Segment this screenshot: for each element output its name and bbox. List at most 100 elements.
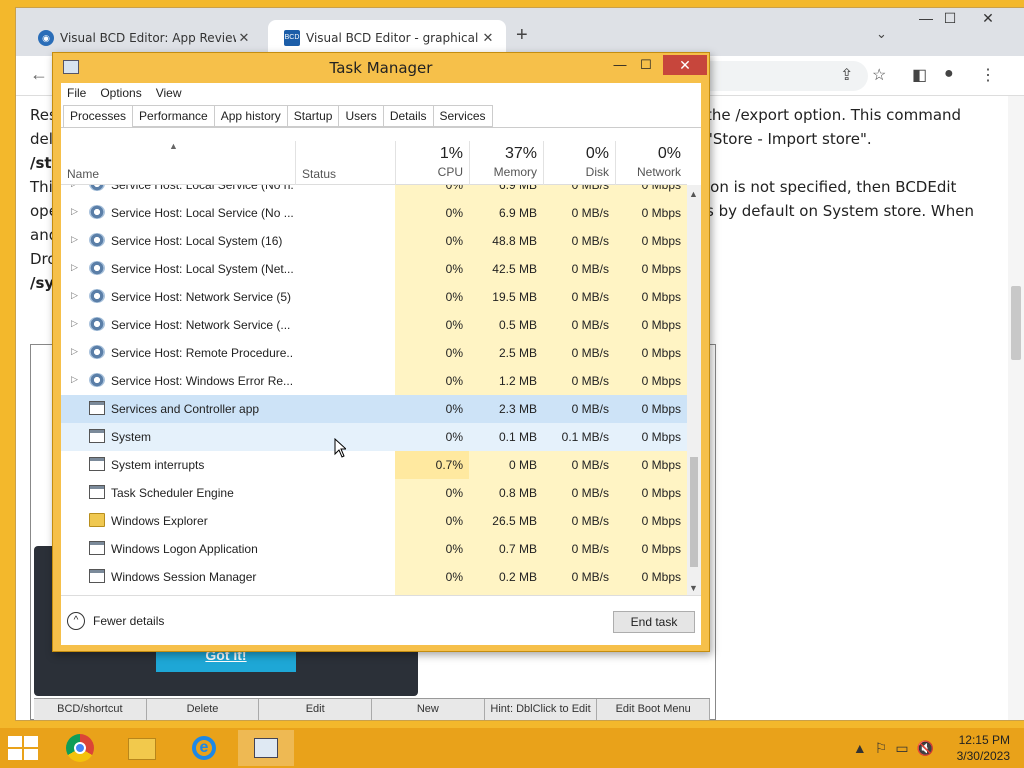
action-center-flag-icon[interactable]: ⚐	[875, 740, 888, 757]
side-panel-icon[interactable]: ◧	[912, 65, 927, 85]
expand-chevron-icon[interactable]: ▷	[71, 185, 78, 189]
bookmark-star-icon[interactable]: ☆	[872, 65, 886, 85]
screenshot-button: Edit Boot Menu	[597, 699, 711, 720]
window-icon	[89, 485, 105, 499]
window-icon	[89, 541, 105, 555]
browser-close-button[interactable]: ✕	[968, 10, 1008, 27]
process-name: Task Scheduler Engine	[111, 486, 234, 500]
taskbar-internet-explorer[interactable]: e	[176, 730, 232, 766]
expand-chevron-icon[interactable]: ▷	[71, 374, 78, 385]
tab-close-icon[interactable]: ✕	[236, 30, 252, 46]
memory-value: 0.7 MB	[498, 542, 537, 556]
process-row[interactable]: ▷ Service Host: Local Service (No ... 0% 6.…	[61, 199, 687, 227]
chevron-up-icon: ^	[67, 612, 85, 630]
expand-chevron-icon[interactable]: ▷	[71, 318, 78, 329]
browser-tab-visual-bcd[interactable]: BCD Visual BCD Editor - graphical bcd ✕	[268, 20, 506, 56]
title-bar[interactable]: Task Manager — ☐ ✕	[53, 53, 709, 83]
process-row[interactable]: System interrupts 0.7% 0 MB 0 MB/s 0 Mbps	[61, 451, 687, 479]
column-header-name[interactable]: Name	[67, 167, 99, 181]
memory-value: 1.2 MB	[498, 374, 537, 388]
gear-icon	[89, 185, 105, 191]
cpu-value: 0%	[445, 514, 463, 528]
gear-icon	[89, 345, 105, 359]
disk-value: 0 MB/s	[571, 234, 609, 248]
tab-services[interactable]: Services	[433, 105, 493, 127]
memory-value: 48.8 MB	[492, 234, 537, 248]
back-arrow-icon[interactable]: ←	[30, 64, 48, 85]
tab-details[interactable]: Details	[383, 105, 434, 127]
column-header-disk[interactable]: 0% Disk	[543, 141, 615, 185]
column-header-status[interactable]: Status	[295, 141, 395, 185]
browser-maximize-button[interactable]: ☐	[930, 10, 970, 27]
scroll-up-icon[interactable]: ▲	[689, 189, 698, 199]
tab-performance[interactable]: Performance	[133, 105, 215, 127]
tab-users[interactable]: Users	[339, 105, 384, 127]
page-scrollbar[interactable]	[1008, 96, 1024, 720]
taskbar-task-manager[interactable]	[238, 730, 294, 766]
cpu-value: 0%	[445, 486, 463, 500]
tab-processes[interactable]: Processes	[63, 105, 134, 128]
menu-file[interactable]: File	[67, 86, 86, 100]
show-hidden-icons-icon[interactable]: ▲	[853, 740, 867, 757]
process-row[interactable]: ▷ Service Host: Local Service (No n... 0% 6…	[61, 185, 687, 199]
browser-tab-app-reviews[interactable]: ◉ Visual BCD Editor: App Reviews, | ✕	[22, 20, 262, 56]
new-tab-button[interactable]: +	[516, 24, 528, 47]
fewer-details-button[interactable]: ^ Fewer details	[67, 612, 164, 630]
process-row[interactable]: ▷ Service Host: Local System (Net... 0% 42.…	[61, 255, 687, 283]
folder-icon	[89, 513, 105, 527]
expand-chevron-icon[interactable]: ▷	[71, 234, 78, 245]
maximize-button[interactable]: ☐	[633, 55, 659, 75]
clock[interactable]: 12:15 PM 3/30/2023	[957, 732, 1010, 764]
end-task-button[interactable]: End task	[613, 611, 695, 633]
network-value: 0 Mbps	[641, 374, 681, 388]
network-icon[interactable]: ▭	[895, 740, 908, 757]
cpu-label: CPU	[437, 165, 463, 179]
process-row[interactable]: Windows Session Manager 0% 0.2 MB 0 MB/s 0 M…	[61, 563, 687, 591]
column-header-memory[interactable]: 37% Memory	[469, 141, 543, 185]
bcd-favicon-icon: BCD	[284, 30, 300, 46]
close-button[interactable]: ✕	[663, 55, 707, 75]
process-row[interactable]: ▷ Service Host: Network Service (... 0% 0.5…	[61, 311, 687, 339]
page-scroll-thumb[interactable]	[1011, 286, 1021, 360]
minimize-button[interactable]: —	[607, 55, 633, 75]
expand-chevron-icon[interactable]: ▷	[71, 346, 78, 357]
column-header-network[interactable]: 0% Network	[615, 141, 687, 185]
share-icon[interactable]: ⇪	[840, 65, 853, 85]
process-row[interactable]: ▷ Service Host: Windows Error Re... 0% 1.2 …	[61, 367, 687, 395]
menu-options[interactable]: Options	[100, 86, 141, 100]
process-row[interactable]: Windows Explorer 0% 26.5 MB 0 MB/s 0 Mbps	[61, 507, 687, 535]
profile-avatar-icon[interactable]: ●	[944, 65, 954, 83]
start-windows-icon[interactable]	[8, 736, 38, 760]
column-header-cpu[interactable]: 1% CPU	[395, 141, 469, 185]
taskbar-file-explorer[interactable]	[114, 730, 170, 766]
process-row[interactable]: Task Scheduler Engine 0% 0.8 MB 0 MB/s 0 Mbp…	[61, 479, 687, 507]
expand-chevron-icon[interactable]: ▷	[71, 290, 78, 301]
file-explorer-icon	[128, 738, 156, 760]
process-row[interactable]: System 0% 0.1 MB 0.1 MB/s 0 Mbps	[61, 423, 687, 451]
tab-startup[interactable]: Startup	[287, 105, 340, 127]
process-list-scrollbar[interactable]: ▲ ▼	[687, 185, 701, 595]
process-row[interactable]: ▷ Service Host: Remote Procedure... 0% 2.5 …	[61, 339, 687, 367]
tab-app-history[interactable]: App history	[214, 105, 288, 127]
process-name: Service Host: Local System (16)	[111, 234, 283, 248]
tab-close-icon[interactable]: ✕	[480, 30, 496, 46]
network-value: 0 Mbps	[641, 542, 681, 556]
scroll-down-icon[interactable]: ▼	[689, 583, 698, 593]
tab-search-icon[interactable]: ⌄	[876, 26, 887, 42]
gear-icon	[89, 373, 105, 387]
process-list-scroll-thumb[interactable]	[690, 457, 698, 567]
taskbar-chrome[interactable]	[52, 730, 108, 766]
memory-value: 6.9 MB	[498, 185, 537, 192]
expand-chevron-icon[interactable]: ▷	[71, 206, 78, 217]
process-row[interactable]: ▷ Service Host: Local System (16) 0% 48.8 M…	[61, 227, 687, 255]
page-text-line: /st	[30, 154, 52, 172]
process-row[interactable]: Services and Controller app 0% 2.3 MB 0 MB/…	[61, 395, 687, 423]
network-total: 0%	[657, 145, 681, 162]
menu-view[interactable]: View	[156, 86, 182, 100]
mouse-cursor-icon	[334, 438, 346, 458]
volume-muted-icon[interactable]: 🔇	[917, 740, 934, 757]
expand-chevron-icon[interactable]: ▷	[71, 262, 78, 273]
menu-kebab-icon[interactable]: ⋮	[980, 65, 996, 85]
process-row[interactable]: ▷ Service Host: Network Service (5) 0% 19.5…	[61, 283, 687, 311]
process-row[interactable]: Windows Logon Application 0% 0.7 MB 0 MB/s 0…	[61, 535, 687, 563]
